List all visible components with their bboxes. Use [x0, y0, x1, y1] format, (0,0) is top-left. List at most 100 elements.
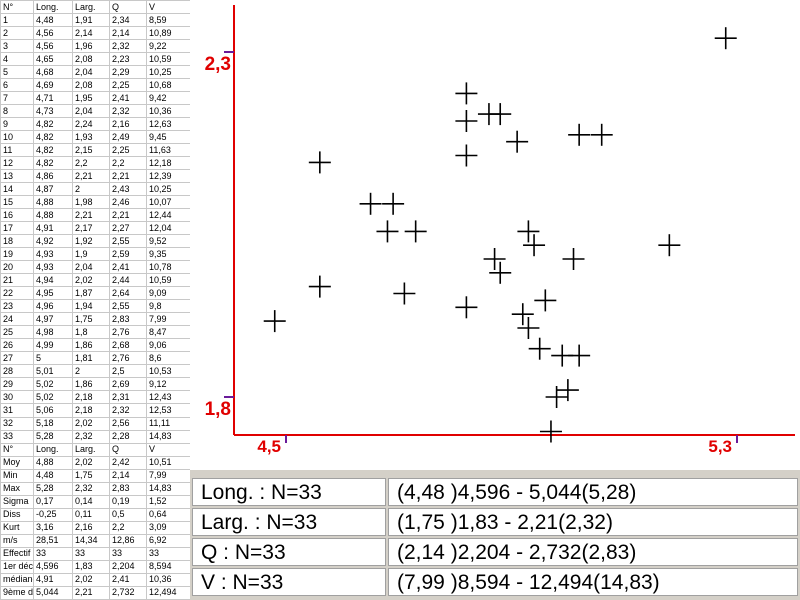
table-cell: 1,8 [72, 325, 110, 340]
plot-area [190, 0, 770, 440]
table-row: 5 4,68 2,04 2,29 10,25 [0, 65, 206, 80]
table-cell: 29 [0, 377, 34, 392]
table-cell: 12 [0, 156, 34, 171]
table-cell: 4,93 [33, 247, 73, 262]
table-row: 7 4,71 1,95 2,41 9,42 [0, 91, 206, 106]
table-row: 29 5,02 1,86 2,69 9,12 [0, 377, 206, 392]
table-cell: 2,14 [72, 26, 110, 41]
table-row: 33 5,28 2,32 2,28 14,83 [0, 429, 206, 444]
table-cell: 1,86 [72, 377, 110, 392]
table-cell: 0,5 [109, 507, 147, 522]
table-cell: 4,82 [33, 130, 73, 145]
table-cell: 3 [0, 39, 34, 54]
table-cell: 2,14 [109, 468, 147, 483]
table-cell: 3,16 [33, 520, 73, 535]
table-cell: 4,82 [33, 143, 73, 158]
summary-row: Q : N=33 (2,14 )2,204 - 2,732(2,83) [192, 538, 798, 567]
table-cell: 0,14 [72, 494, 110, 509]
table-cell: 4,92 [33, 234, 73, 249]
table-cell: 4,71 [33, 91, 73, 106]
table-cell: 27 [0, 351, 34, 366]
table-cell: 2,46 [109, 195, 147, 210]
table-cell: Kurt [0, 520, 34, 535]
table-cell: 1 [0, 13, 34, 28]
table-cell: 2,25 [109, 143, 147, 158]
table-cell: 2,16 [109, 117, 147, 132]
table-cell: 2,04 [72, 104, 110, 119]
summary-range: (7,99 )8,594 - 12,494(14,83) [388, 568, 798, 596]
table-cell: 4,86 [33, 169, 73, 184]
table-cell: 0,17 [33, 494, 73, 509]
table-cell: 21 [0, 273, 34, 288]
table-cell: médiane [0, 572, 34, 587]
table-cell: 1,75 [72, 312, 110, 327]
table-cell: Diss [0, 507, 34, 522]
table-cell: Max [0, 481, 34, 496]
table-cell: 19 [0, 247, 34, 262]
table-row: 17 4,91 2,17 2,27 12,04 [0, 221, 206, 236]
table-cell: 4,97 [33, 312, 73, 327]
table-row: 14 4,87 2 2,43 10,25 [0, 182, 206, 197]
table-row: 26 4,99 1,86 2,68 9,06 [0, 338, 206, 353]
table-cell: 5,06 [33, 403, 73, 418]
table-cell: 9ème décile [0, 585, 34, 600]
table-cell: 4,88 [33, 455, 73, 470]
table-row: 9 4,82 2,24 2,16 12,63 [0, 117, 206, 132]
table-row: 11 4,82 2,15 2,25 11,63 [0, 143, 206, 158]
table-cell: 4,69 [33, 78, 73, 93]
table-cell: 5,18 [33, 416, 73, 431]
table-cell: 2,2 [72, 156, 110, 171]
table-cell: 30 [0, 390, 34, 405]
table-row: 10 4,82 1,93 2,49 9,45 [0, 130, 206, 145]
table-cell: 4,48 [33, 468, 73, 483]
table-cell: N° [0, 0, 34, 15]
table-cell: 22 [0, 286, 34, 301]
table-cell: Larg. [72, 442, 110, 457]
table-cell: 2,32 [109, 403, 147, 418]
data-table: N° Long. Larg. Q V 1 4,48 1,91 2,34 8,59 2 4,56 2,14… [0, 0, 206, 600]
table-cell: 10 [0, 130, 34, 145]
table-cell: 2,21 [109, 169, 147, 184]
table-cell: 2,21 [72, 585, 110, 600]
summary-label: Long. : N=33 [192, 478, 386, 506]
table-cell: 1,87 [72, 286, 110, 301]
summary-label: V : N=33 [192, 568, 386, 596]
table-cell: 2,2 [109, 156, 147, 171]
table-row: 4 4,65 2,08 2,23 10,59 [0, 52, 206, 67]
table-cell: Q [109, 0, 147, 15]
table-cell: 2,27 [109, 221, 147, 236]
table-cell: 2,732 [109, 585, 147, 600]
table-cell: 33 [72, 546, 110, 561]
table-cell: 5 [0, 65, 34, 80]
table-cell: 2,41 [109, 260, 147, 275]
table-cell: 4,73 [33, 104, 73, 119]
table-cell: 2,21 [72, 208, 110, 223]
table-cell: 23 [0, 299, 34, 314]
table-row: 27 5 1,81 2,76 8,6 [0, 351, 206, 366]
table-cell: Long. [33, 0, 73, 15]
table-row: 19 4,93 1,9 2,59 9,35 [0, 247, 206, 262]
table-cell: 0,19 [109, 494, 147, 509]
table-cell: 4,95 [33, 286, 73, 301]
table-cell: 2,17 [72, 221, 110, 236]
table-cell: 2,59 [109, 247, 147, 262]
table-cell: 2,04 [72, 65, 110, 80]
table-cell: 14,34 [72, 533, 110, 548]
table-cell: 2,42 [109, 455, 147, 470]
table-cell: 4,56 [33, 26, 73, 41]
table-cell: 32 [0, 416, 34, 431]
table-cell: 2,64 [109, 286, 147, 301]
table-cell: 15 [0, 195, 34, 210]
table-cell: 4,91 [33, 572, 73, 587]
stats-row: Max 5,28 2,32 2,83 14,83 [0, 481, 206, 496]
table-cell: 25 [0, 325, 34, 340]
table-cell: 31 [0, 403, 34, 418]
table-row: 31 5,06 2,18 2,32 12,53 [0, 403, 206, 418]
table-cell: 1,96 [72, 39, 110, 54]
table-cell: 2,14 [109, 26, 147, 41]
table-cell: 2,49 [109, 130, 147, 145]
table-row: 32 5,18 2,02 2,56 11,11 [0, 416, 206, 431]
table-cell: 2,41 [109, 91, 147, 106]
stats-row: 1er décile4,5961,832,2048,594 [0, 559, 206, 574]
table-cell: Effectif = [0, 546, 34, 561]
